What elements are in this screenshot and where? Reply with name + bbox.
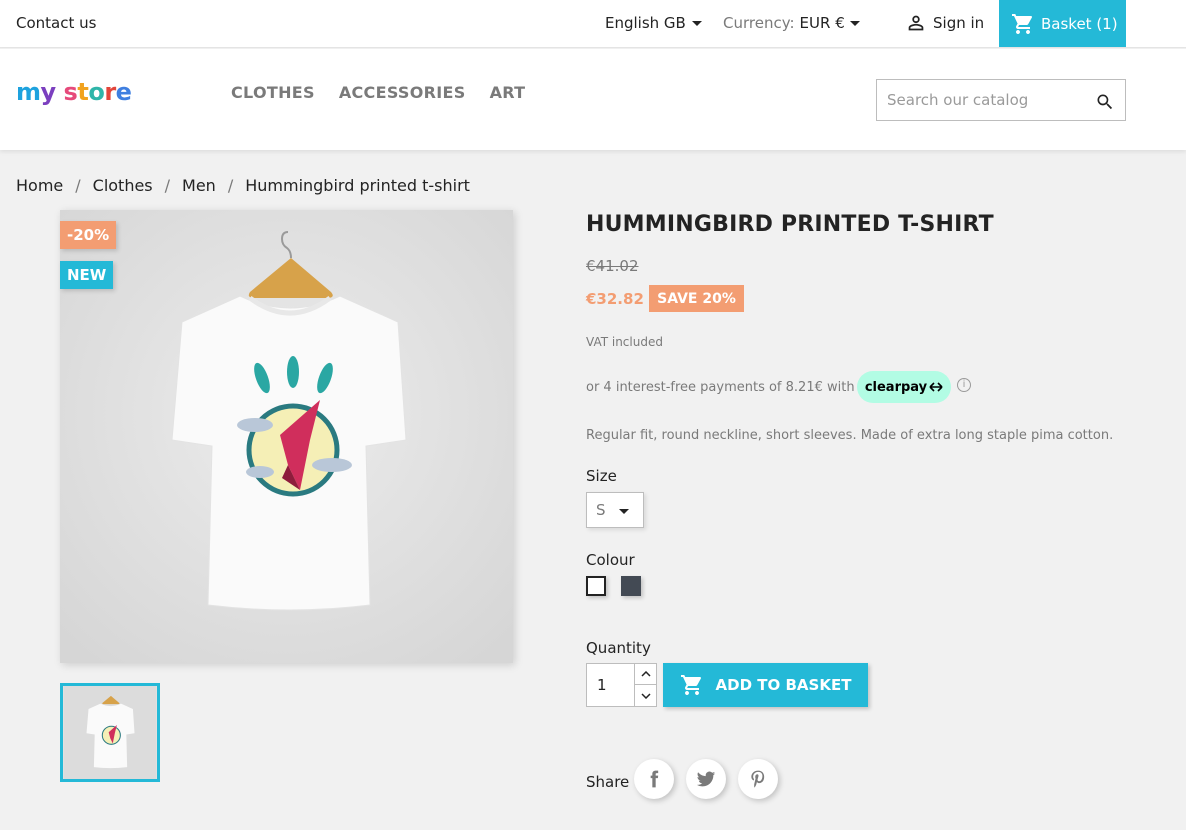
share-twitter-button[interactable] (686, 759, 726, 799)
language-label: English GB (605, 14, 686, 32)
clearpay-arrows-icon (929, 382, 943, 392)
basket-label: Basket (1) (1041, 14, 1118, 33)
regular-price: €41.02 (586, 257, 639, 275)
tshirt-illustration (60, 210, 513, 663)
colour-swatch-white[interactable] (586, 576, 606, 596)
tshirt-thumbnail-image (63, 686, 157, 779)
contact-us-link[interactable]: Contact us (16, 14, 96, 32)
add-to-basket-button[interactable]: ADD TO BASKET (663, 663, 868, 707)
user-icon (908, 15, 924, 31)
top-bar: Contact us English GB Currency: EUR € Si… (0, 0, 1186, 48)
product-thumbnail[interactable] (60, 683, 160, 782)
discount-badge: -20% (60, 221, 117, 249)
breadcrumb-separator: / (164, 176, 171, 195)
site-header: my store CLOTHES ACCESSORIES ART (0, 49, 1186, 150)
chevron-down-icon (640, 692, 651, 699)
breadcrumb: Home / Clothes / Men / Hummingbird print… (16, 176, 470, 195)
product-description: Regular fit, round neckline, short sleev… (586, 428, 1114, 443)
store-logo[interactable]: my store (16, 78, 132, 106)
quantity-decrease-button[interactable] (634, 685, 656, 706)
cart-icon (680, 675, 701, 695)
breadcrumb-separator: / (227, 176, 234, 195)
breadcrumb-clothes[interactable]: Clothes (93, 176, 153, 195)
twitter-icon (696, 771, 716, 787)
breadcrumb-current: Hummingbird printed t-shirt (245, 176, 470, 195)
sign-in-label: Sign in (933, 14, 985, 32)
save-badge: SAVE 20% (649, 285, 744, 312)
info-icon[interactable]: i (957, 378, 971, 392)
sign-in-link[interactable]: Sign in (905, 12, 984, 34)
breadcrumb-home[interactable]: Home (16, 176, 63, 195)
quantity-increase-button[interactable] (634, 664, 656, 685)
share-facebook-button[interactable] (634, 759, 674, 799)
breadcrumb-separator: / (75, 176, 81, 195)
tax-label: VAT included (586, 335, 663, 349)
chevron-up-icon (640, 671, 651, 677)
size-value: S (596, 501, 606, 519)
currency-value: EUR € (799, 14, 845, 32)
current-price: €32.82 (586, 290, 644, 308)
quantity-stepper (586, 663, 657, 707)
quantity-label: Quantity (586, 639, 651, 657)
chevron-down-icon (691, 20, 702, 26)
breadcrumb-men[interactable]: Men (182, 176, 216, 195)
currency-selector[interactable]: Currency: EUR € (723, 14, 860, 32)
share-pinterest-button[interactable] (738, 759, 778, 799)
chevron-down-icon (849, 20, 860, 26)
nav-item-art[interactable]: ART (490, 83, 526, 102)
main-nav: CLOTHES ACCESSORIES ART (231, 83, 525, 102)
basket-button[interactable]: Basket (1) (999, 0, 1126, 47)
add-to-basket-label: ADD TO BASKET (715, 676, 852, 694)
language-selector[interactable]: English GB (605, 14, 702, 32)
clearpay-logo[interactable]: clearpay (857, 371, 951, 403)
search-icon[interactable] (1095, 92, 1115, 112)
clearpay-message: or 4 interest-free payments of 8.21€ wit… (586, 380, 855, 395)
currency-label: Currency: (723, 14, 795, 32)
nav-item-accessories[interactable]: ACCESSORIES (339, 83, 466, 102)
quantity-input[interactable] (587, 664, 633, 706)
size-select[interactable]: S (586, 492, 644, 528)
size-label: Size (586, 467, 617, 485)
nav-item-clothes[interactable]: CLOTHES (231, 83, 315, 102)
search-box (876, 79, 1126, 121)
new-badge: NEW (60, 261, 114, 289)
cart-icon (1012, 13, 1033, 34)
product-title: HUMMINGBIRD PRINTED T-SHIRT (586, 212, 994, 237)
facebook-icon (650, 770, 659, 788)
share-label: Share (586, 773, 630, 791)
search-input[interactable] (877, 80, 1077, 120)
colour-swatch-grey[interactable] (621, 576, 641, 596)
pinterest-icon (751, 770, 765, 788)
clearpay-logo-text: clearpay (864, 379, 928, 395)
chevron-down-icon (619, 509, 629, 514)
colour-label: Colour (586, 551, 635, 569)
product-main-image[interactable] (60, 210, 513, 663)
